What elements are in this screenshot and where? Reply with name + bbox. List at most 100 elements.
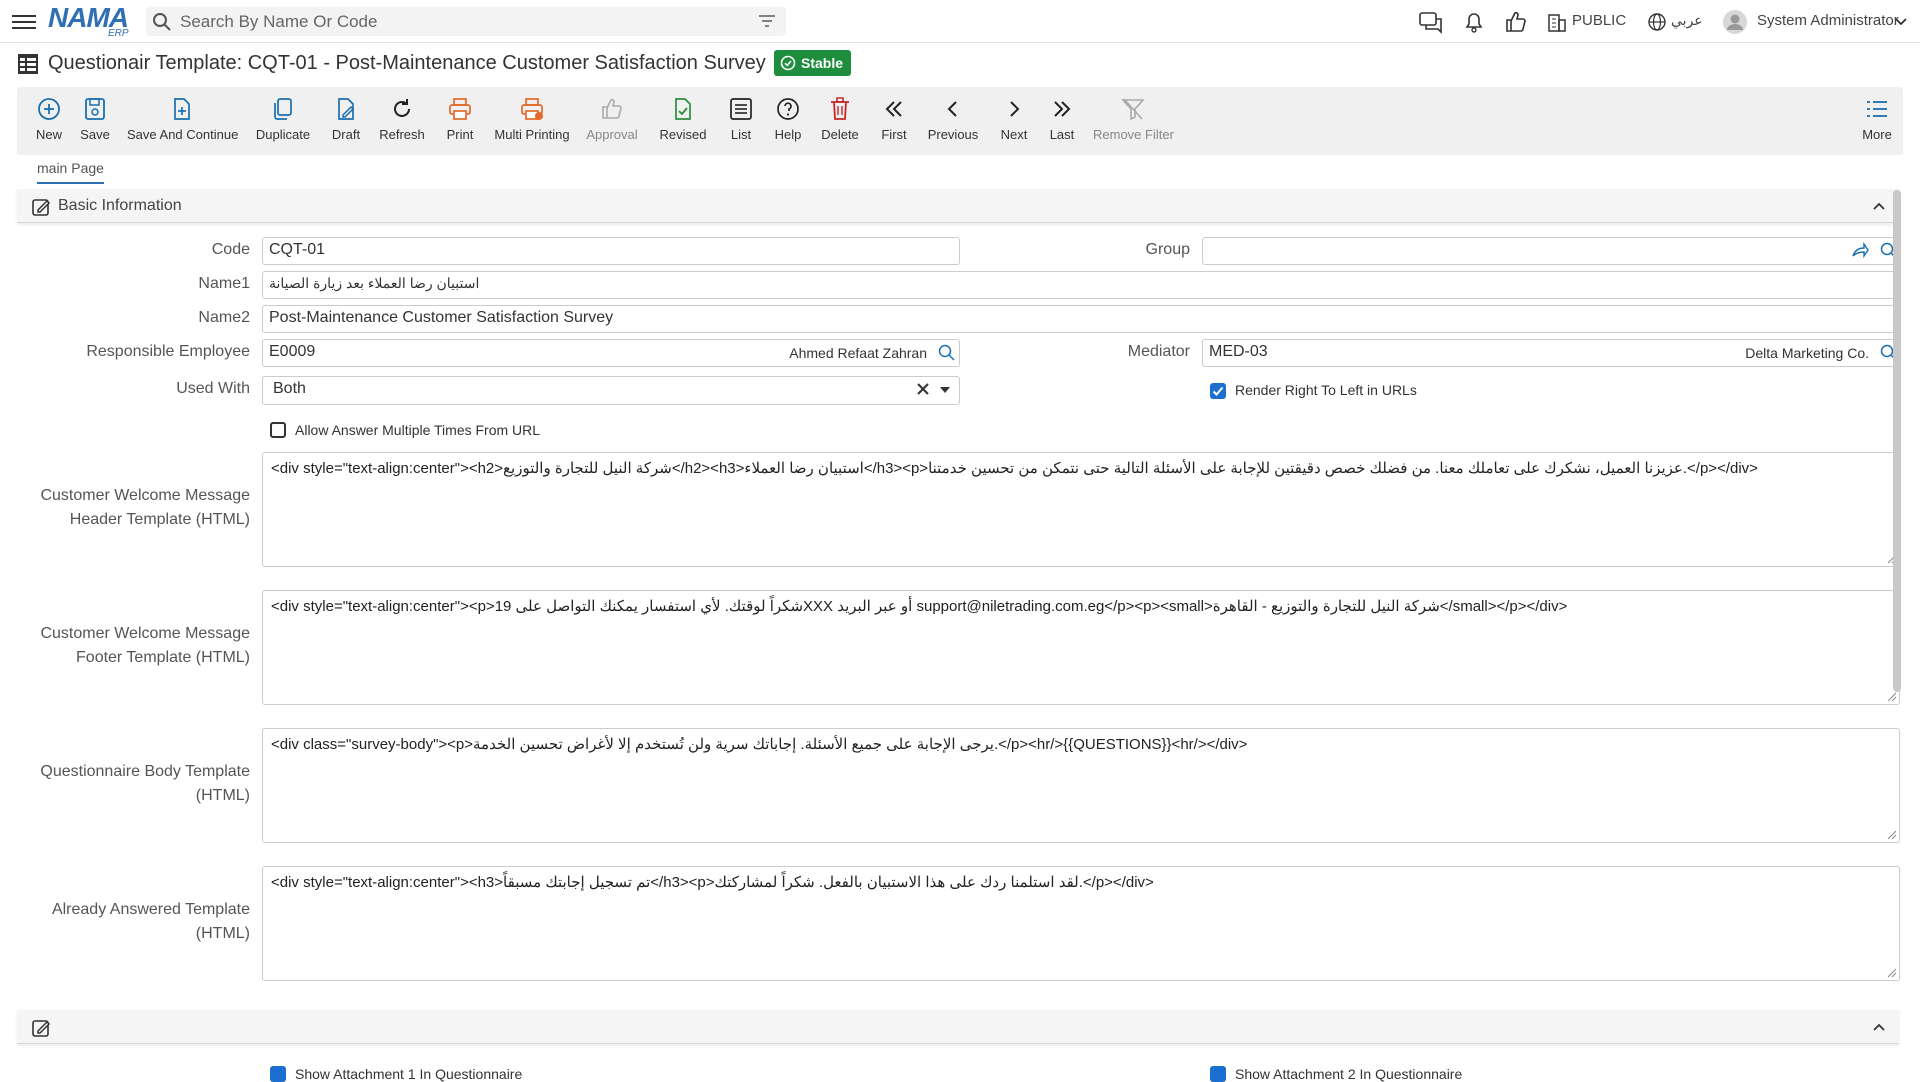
help-button[interactable]: Help: [773, 95, 803, 151]
basic-information-header[interactable]: Basic Information: [17, 189, 1899, 223]
responsible-employee-label: Responsible Employee: [86, 343, 250, 360]
save-button[interactable]: Save: [75, 95, 115, 151]
answered-template-textarea[interactable]: <div style="text-align:center"><h3>تم تس…: [262, 866, 1900, 981]
revised-button[interactable]: Revised: [658, 95, 708, 151]
body-template-label-line2: (HTML): [195, 787, 250, 804]
section-title: Basic Information: [58, 197, 182, 214]
duplicate-button[interactable]: Duplicate: [254, 95, 312, 151]
search-icon: [152, 12, 172, 37]
caret-down-icon[interactable]: [939, 381, 951, 400]
globe-icon[interactable]: [1647, 9, 1667, 35]
previous-button[interactable]: Previous: [925, 95, 981, 151]
edit-icon: [31, 197, 51, 222]
name2-label: Name2: [198, 309, 250, 326]
status-badge-label: Stable: [801, 55, 844, 71]
chevron-left-icon: [947, 101, 957, 117]
chevron-up-icon[interactable]: [1871, 1020, 1887, 1039]
list-icon: [730, 98, 752, 120]
mediator-label: Mediator: [1127, 343, 1190, 360]
clear-icon[interactable]: [915, 381, 931, 400]
body-template-value: <div class="survey-body"><p>يرجى الإجابة…: [271, 736, 1248, 753]
answered-template-label-line1: Already Answered Template: [51, 901, 250, 918]
page-title: Questionair Template: CQT-01 - Post-Main…: [48, 52, 766, 74]
search-input[interactable]: [178, 9, 738, 34]
branch-label[interactable]: PUBLIC: [1572, 12, 1626, 29]
first-button[interactable]: First: [879, 95, 909, 151]
header-template-value: <div style="text-align:center"><h2>شركة …: [271, 460, 1758, 477]
draft-button[interactable]: Draft: [328, 95, 364, 151]
trash-icon: [831, 97, 849, 120]
resize-grip-icon[interactable]: [1887, 830, 1897, 840]
refresh-button-label: Refresh: [379, 127, 425, 142]
more-list-icon: [1867, 101, 1887, 117]
plus-circle-icon: [38, 98, 60, 120]
next-button[interactable]: Next: [999, 95, 1029, 151]
approval-button[interactable]: Approval: [586, 95, 638, 151]
code-field[interactable]: CQT-01: [262, 237, 960, 265]
share-icon[interactable]: [1851, 241, 1869, 262]
new-button[interactable]: New: [27, 95, 71, 151]
chat-icon[interactable]: [1418, 9, 1444, 35]
thumbs-up-icon[interactable]: [1503, 9, 1529, 35]
delete-button[interactable]: Delete: [820, 95, 860, 151]
tab-main-page[interactable]: main Page: [37, 160, 104, 184]
nama-erp-logo[interactable]: NAMA ERP: [48, 4, 134, 40]
more-button[interactable]: More: [1859, 95, 1895, 151]
print-button[interactable]: Print: [442, 95, 478, 151]
remove-filter-button[interactable]: Remove Filter: [1093, 95, 1174, 151]
allow-multiple-checkbox[interactable]: [270, 422, 286, 438]
used-with-value: Both: [273, 380, 306, 397]
responsible-employee-field[interactable]: E0009 Ahmed Refaat Zahran: [262, 339, 960, 367]
name1-label: Name1: [198, 275, 250, 292]
chevron-down-icon[interactable]: [1893, 9, 1909, 35]
last-button[interactable]: Last: [1047, 95, 1077, 151]
footer-template-label: Customer Welcome Message Footer Template…: [20, 622, 250, 670]
group-field[interactable]: [1202, 237, 1900, 265]
header-template-textarea[interactable]: <div style="text-align:center"><h2>شركة …: [262, 452, 1900, 567]
filter-icon[interactable]: [758, 14, 776, 33]
double-chevron-right-icon: [1054, 101, 1071, 117]
form-icon: [17, 53, 39, 75]
refresh-button[interactable]: Refresh: [378, 95, 426, 151]
rtl-checkbox[interactable]: [1210, 383, 1226, 399]
last-button-label: Last: [1049, 127, 1075, 142]
answered-template-value: <div style="text-align:center"><h3>تم تس…: [271, 874, 1154, 891]
lookup-search-icon[interactable]: [937, 343, 955, 364]
user-name[interactable]: System Administrator: [1757, 12, 1899, 29]
name1-field[interactable]: استبيان رضا العملاء بعد زيارة الصيانة: [262, 271, 1900, 299]
previous-button-label: Previous: [927, 127, 979, 142]
list-button[interactable]: List: [726, 95, 756, 151]
edit-icon: [31, 1018, 51, 1043]
logo-subtext: ERP: [108, 28, 129, 39]
double-chevron-left-icon: [885, 101, 902, 117]
header-template-label-line1: Customer Welcome Message: [40, 487, 250, 504]
more-button-label: More: [1862, 127, 1892, 142]
menu-icon[interactable]: [12, 11, 36, 31]
save-and-continue-button[interactable]: Save And Continue: [127, 95, 239, 151]
vertical-scrollbar[interactable]: [1893, 190, 1901, 692]
file-plus-icon: [174, 98, 190, 120]
used-with-select[interactable]: Both: [262, 376, 960, 405]
mediator-name: Delta Marketing Co.: [1745, 345, 1869, 361]
resize-grip-icon[interactable]: [1887, 968, 1897, 978]
resize-grip-icon[interactable]: [1887, 692, 1897, 702]
list-button-label: List: [730, 127, 752, 142]
multi-printing-button[interactable]: Multi Printing: [494, 95, 570, 151]
refresh-icon: [394, 99, 410, 117]
status-badge: Stable: [774, 50, 852, 76]
chevron-up-icon[interactable]: [1871, 199, 1887, 218]
avatar[interactable]: [1722, 9, 1748, 35]
first-button-label: First: [881, 127, 907, 142]
second-section-header[interactable]: [17, 1010, 1899, 1044]
name2-field[interactable]: Post-Maintenance Customer Satisfaction S…: [262, 305, 1900, 333]
building-icon[interactable]: [1547, 9, 1567, 35]
bell-icon[interactable]: [1461, 9, 1487, 35]
footer-template-textarea[interactable]: <div style="text-align:center"><p>شكراً …: [262, 590, 1900, 705]
body-template-textarea[interactable]: <div class="survey-body"><p>يرجى الإجابة…: [262, 728, 1900, 843]
save-and-continue-label: Save And Continue: [127, 127, 239, 142]
body-template-label-line1: Questionnaire Body Template: [40, 763, 250, 780]
header-template-label: Customer Welcome Message Header Template…: [20, 484, 250, 532]
help-icon: [777, 98, 799, 120]
mediator-field[interactable]: MED-03 Delta Marketing Co.: [1202, 339, 1900, 367]
language-switch[interactable]: عربي: [1671, 12, 1703, 29]
